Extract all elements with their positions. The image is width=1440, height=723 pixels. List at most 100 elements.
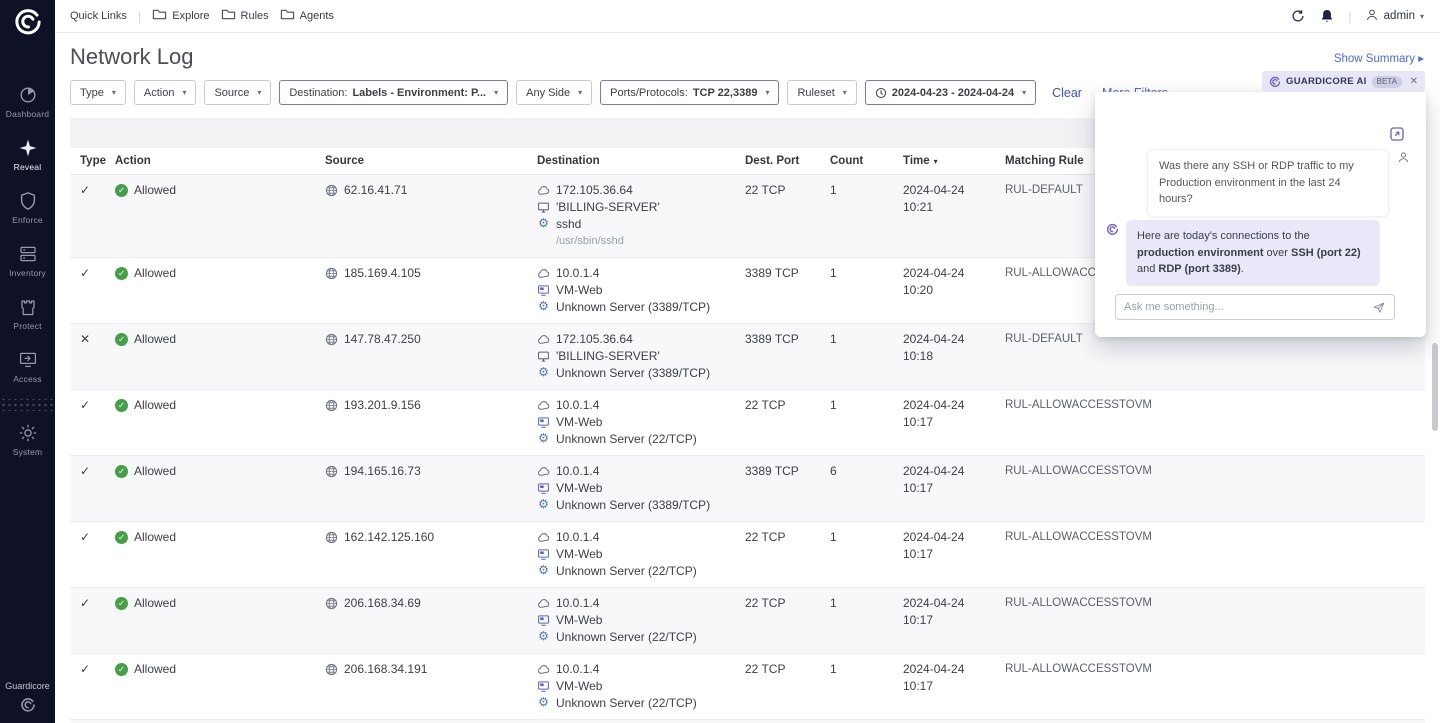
destination-text: 'BILLING-SERVER' — [556, 348, 660, 365]
destination-line: ⚙Unknown Server (3389/TCP) — [537, 365, 745, 382]
column-header-type[interactable]: Type — [80, 155, 115, 167]
filter-chip-ports-protocols[interactable]: Ports/Protocols:TCP 22,3389▾ — [600, 80, 779, 105]
ask-input[interactable] — [1124, 301, 1366, 313]
clear-filters-button[interactable]: Clear — [1052, 86, 1082, 100]
filter-chip-destination[interactable]: Destination:Labels - Environment: P...▾ — [279, 80, 508, 105]
guardicore-ai-header[interactable]: GUARDICORE AI BETA ✕ — [1262, 71, 1425, 92]
action-label: Allowed — [134, 529, 176, 546]
vm-icon — [537, 482, 550, 495]
nav-rules-label: Rules — [241, 10, 269, 22]
destination-line: 10.0.1.4 — [537, 661, 745, 678]
type-check-icon: ✓ — [80, 265, 115, 316]
sidebar-item-protect[interactable]: Protect — [0, 287, 55, 340]
destination-line: ⚙Unknown Server (22/TCP) — [537, 563, 745, 580]
filter-chip-source[interactable]: Source▾ — [204, 80, 271, 105]
destination-text: VM-Web — [556, 282, 602, 299]
time-date: 2024-04-24 — [903, 397, 1005, 414]
cloud-icon — [537, 333, 550, 346]
table-row[interactable]: ✓✓Allowed194.165.16.7310.0.1.4VM-Web⚙Unk… — [70, 456, 1425, 522]
action-cell: ✓Allowed — [115, 182, 325, 250]
destination-line: ⚙Unknown Server (22/TCP) — [537, 695, 745, 712]
destination-line: VM-Web — [537, 546, 745, 563]
sidebar-item-dashboard[interactable]: Dashboard — [0, 75, 55, 128]
table-row[interactable]: ✓✓Allowed206.168.34.19110.0.1.4VM-Web⚙Un… — [70, 654, 1425, 720]
destination-cell: 172.105.36.64'BILLING-SERVER'⚙sshd/usr/s… — [537, 182, 745, 250]
sidebar-item-inventory[interactable]: Inventory — [0, 234, 55, 287]
filter-chip-type[interactable]: Type▾ — [70, 80, 126, 105]
destination-text: VM-Web — [556, 414, 602, 431]
system-icon — [18, 423, 38, 443]
column-header-time[interactable]: Time▾ — [903, 155, 1005, 167]
nav-rules[interactable]: Rules — [221, 7, 269, 25]
destination-line: 'BILLING-SERVER' — [537, 199, 745, 216]
process-icon: ⚙ — [537, 431, 550, 446]
send-icon[interactable] — [1372, 300, 1386, 314]
action-cell: ✓Allowed — [115, 529, 325, 580]
close-icon[interactable]: ✕ — [1410, 76, 1418, 87]
sidebar-item-system[interactable]: System — [0, 413, 55, 466]
refresh-icon[interactable] — [1290, 8, 1306, 24]
sidebar-item-enforce[interactable]: Enforce — [0, 181, 55, 234]
time-hour: 10:17 — [903, 414, 1005, 431]
notifications-bell-icon[interactable] — [1319, 8, 1335, 24]
sidebar-item-reveal[interactable]: Reveal — [0, 128, 55, 181]
filter-chip-ruleset[interactable]: Ruleset▾ — [787, 80, 856, 105]
filter-chip-2024-04-23-2024-04-24[interactable]: 2024-04-23 - 2024-04-24▾ — [865, 80, 1036, 105]
show-summary-link[interactable]: Show Summary ▸ — [1334, 51, 1424, 65]
sidebar-divider-dots — [0, 399, 55, 411]
filter-chip-action[interactable]: Action▾ — [134, 80, 197, 105]
table-row[interactable]: ✓✓Allowed193.201.9.15610.0.1.4VM-Web⚙Unk… — [70, 390, 1425, 456]
destination-line: VM-Web — [537, 414, 745, 431]
cloud-icon — [537, 531, 550, 544]
destination-line: 10.0.1.4 — [537, 463, 745, 480]
vm-icon — [537, 614, 550, 627]
destination-text: 10.0.1.4 — [556, 397, 599, 414]
nav-agents[interactable]: Agents — [280, 7, 334, 25]
time-date: 2024-04-24 — [903, 463, 1005, 480]
guardicore-logo-icon[interactable] — [13, 7, 43, 37]
chat-input-container — [1115, 294, 1395, 320]
guardicore-footer-logo-icon[interactable] — [20, 697, 36, 713]
vm-icon — [537, 680, 550, 693]
process-icon: ⚙ — [537, 563, 550, 578]
filter-bar: Type▾ Action▾ Source▾ Destination:Labels - … — [70, 80, 1168, 105]
quick-links-button[interactable]: Quick Links — [70, 10, 127, 22]
count-cell: 1 — [830, 331, 903, 382]
action-label: Allowed — [134, 265, 176, 282]
nav-explore[interactable]: Explore — [152, 7, 209, 25]
source-cell: 193.201.9.156 — [325, 397, 537, 448]
destination-cell: 10.0.1.4VM-Web⚙Unknown Server (22/TCP) — [537, 397, 745, 448]
process-icon: ⚙ — [537, 299, 550, 314]
column-header-destination[interactable]: Destination — [537, 155, 745, 167]
page-title: Network Log — [70, 44, 194, 70]
filter-chip-any-side[interactable]: Any Side▾ — [516, 80, 592, 105]
column-header-dest-port[interactable]: Dest. Port — [745, 155, 830, 167]
sidebar-item-label: Access — [13, 374, 42, 384]
destination-text: Unknown Server (3389/TCP) — [556, 365, 710, 382]
cloud-icon — [537, 465, 550, 478]
column-header-source[interactable]: Source — [325, 155, 537, 167]
filter-value: 2024-04-23 - 2024-04-24 — [892, 87, 1014, 99]
column-header-action[interactable]: Action — [115, 155, 325, 167]
allowed-status-icon: ✓ — [115, 465, 128, 478]
destination-text: 10.0.1.4 — [556, 595, 599, 612]
destination-text: 172.105.36.64 — [556, 182, 633, 199]
vertical-scrollbar[interactable] — [1432, 343, 1438, 431]
process-icon: ⚙ — [537, 497, 550, 512]
sidebar-item-access[interactable]: Access — [0, 340, 55, 393]
sidebar-item-label: Protect — [13, 321, 41, 331]
dest-port-cell: 3389 TCP — [745, 463, 830, 514]
destination-cell: 10.0.1.4VM-Web⚙Unknown Server (22/TCP) — [537, 595, 745, 646]
guardicore-ai-panel: Was there any SSH or RDP traffic to my P… — [1095, 92, 1426, 337]
count-cell: 1 — [830, 661, 903, 712]
time-cell: 2024-04-2410:18 — [903, 331, 1005, 382]
folder-icon — [221, 7, 236, 25]
table-row[interactable]: ✓✓Allowed162.142.125.16010.0.1.4VM-Web⚙U… — [70, 522, 1425, 588]
expand-chat-icon[interactable] — [1389, 126, 1405, 142]
protect-icon — [18, 297, 38, 317]
column-header-count[interactable]: Count — [830, 155, 903, 167]
table-row[interactable]: ✓✓Allowed206.168.34.6910.0.1.4VM-Web⚙Unk… — [70, 588, 1425, 654]
time-date: 2024-04-24 — [903, 265, 1005, 282]
dest-port-cell: 22 TCP — [745, 595, 830, 646]
user-menu[interactable]: admin ▾ — [1365, 8, 1424, 25]
